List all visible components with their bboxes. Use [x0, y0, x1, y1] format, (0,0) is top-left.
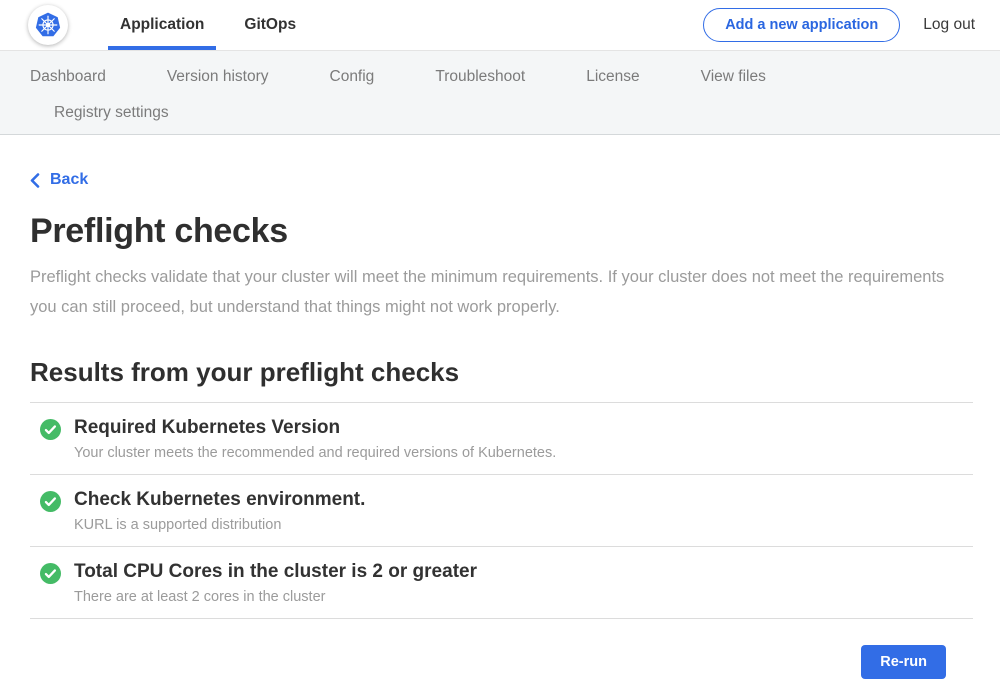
- check-pass-icon: [40, 563, 61, 584]
- kubernetes-logo: [28, 5, 68, 45]
- results-heading: Results from your preflight checks: [30, 357, 973, 388]
- check-detail: There are at least 2 cores in the cluste…: [74, 589, 477, 605]
- app-subnav: Dashboard Version history Config Trouble…: [0, 51, 1000, 135]
- subnav-item-registry-settings[interactable]: Registry settings: [54, 104, 169, 122]
- check-pass-icon: [40, 419, 61, 440]
- preflight-page: Back Preflight checks Preflight checks v…: [0, 135, 1000, 679]
- topnav-right: Add a new application Log out: [703, 0, 975, 50]
- check-title: Check Kubernetes environment.: [74, 489, 365, 511]
- back-link[interactable]: Back: [30, 171, 88, 189]
- subnav-item-view-files[interactable]: View files: [701, 68, 766, 86]
- rerun-button[interactable]: Re-run: [861, 645, 946, 679]
- preflight-results-list: Required Kubernetes Version Your cluster…: [30, 402, 973, 619]
- subnav-item-license[interactable]: License: [586, 68, 639, 86]
- top-navbar: Application GitOps Add a new application…: [0, 0, 1000, 51]
- page-title: Preflight checks: [30, 212, 973, 251]
- kubernetes-helm-icon: [31, 8, 65, 42]
- tab-application[interactable]: Application: [108, 0, 216, 50]
- check-title: Total CPU Cores in the cluster is 2 or g…: [74, 561, 477, 583]
- subnav-item-troubleshoot[interactable]: Troubleshoot: [435, 68, 525, 86]
- tab-gitops[interactable]: GitOps: [232, 0, 308, 50]
- check-detail: KURL is a supported distribution: [74, 517, 365, 533]
- logout-link[interactable]: Log out: [923, 16, 975, 34]
- subnav-row-1: Dashboard Version history Config Trouble…: [30, 64, 1000, 90]
- preflight-check-row: Check Kubernetes environment. KURL is a …: [30, 475, 973, 547]
- preflight-check-row: Total CPU Cores in the cluster is 2 or g…: [30, 547, 973, 619]
- subnav-item-version-history[interactable]: Version history: [167, 68, 269, 86]
- subnav-item-config[interactable]: Config: [330, 68, 375, 86]
- chevron-left-icon: [30, 173, 40, 188]
- back-link-label: Back: [50, 171, 88, 189]
- preflight-check-row: Required Kubernetes Version Your cluster…: [30, 403, 973, 475]
- tab-gitops-label: GitOps: [244, 16, 296, 34]
- check-detail: Your cluster meets the recommended and r…: [74, 445, 556, 461]
- footer-actions: Re-run: [30, 619, 973, 679]
- check-text: Total CPU Cores in the cluster is 2 or g…: [74, 561, 477, 605]
- tab-application-label: Application: [120, 16, 204, 34]
- subnav-item-dashboard[interactable]: Dashboard: [30, 68, 106, 86]
- check-pass-icon: [40, 491, 61, 512]
- subnav-row-2: Registry settings: [30, 100, 1000, 126]
- check-text: Required Kubernetes Version Your cluster…: [74, 417, 556, 461]
- check-title: Required Kubernetes Version: [74, 417, 556, 439]
- add-application-button[interactable]: Add a new application: [703, 8, 900, 42]
- check-text: Check Kubernetes environment. KURL is a …: [74, 489, 365, 533]
- page-description: Preflight checks validate that your clus…: [30, 262, 955, 322]
